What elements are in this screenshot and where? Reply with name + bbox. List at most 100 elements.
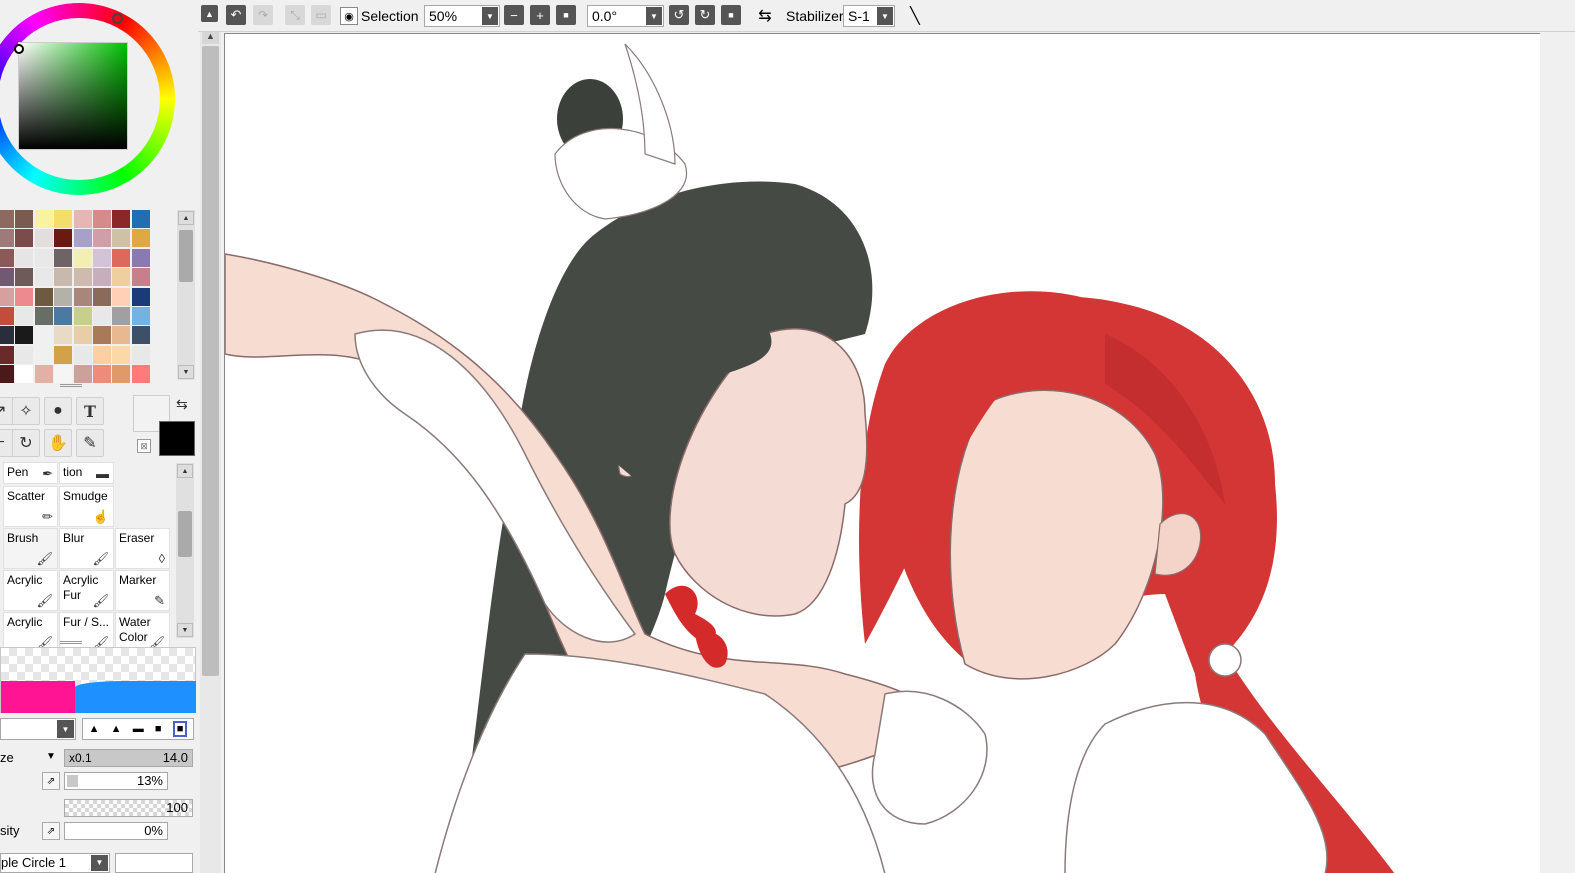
palette-swatch[interactable] [112,326,131,345]
palette-swatch[interactable] [73,210,92,228]
palette-swatch[interactable] [93,345,111,364]
palette-swatch[interactable] [112,268,131,287]
brush-item[interactable]: Acrylic Fur 🖌 [59,570,114,611]
sv-cursor[interactable] [14,44,24,54]
palette-swatch[interactable] [93,365,111,384]
palette-swatch[interactable] [54,307,73,325]
zoom-reset-icon[interactable]: ■ [556,5,576,25]
palette-swatch[interactable] [34,345,53,364]
deselect-icon[interactable]: ⤡ [285,5,305,25]
palette-swatch[interactable] [15,268,34,287]
palette-swatch[interactable] [73,326,92,345]
palette-swatch[interactable] [34,365,53,384]
magic-wand-icon[interactable]: ✧ [12,397,40,425]
transparent-color-icon[interactable]: ⊠ [137,439,151,453]
brush-item[interactable]: Blur 🖌 [59,528,114,569]
tip-shape-5-icon[interactable]: ■ [172,721,188,737]
shape-tool-icon[interactable]: ● [44,397,72,425]
palette-swatch[interactable] [73,248,92,267]
brush-scroll-thumb[interactable] [178,511,192,557]
hue-cursor[interactable] [112,13,123,24]
palette-swatch[interactable] [0,345,14,364]
palette-scroll-thumb[interactable] [179,230,193,282]
invert-selection-icon[interactable]: ▭ [311,5,331,25]
flip-horizontal-icon[interactable]: ⇆ [754,5,776,27]
primary-color-swatch[interactable] [159,421,195,456]
tip-shape-2-icon[interactable]: ▲ [111,723,122,735]
brush-shape-dropdown[interactable]: ple Circle 1 ▼ [0,853,110,873]
palette-swatch[interactable] [131,307,150,325]
min-size-field[interactable]: 13% [64,772,168,790]
pressure-toggle-icon[interactable]: ⇗ [42,772,60,790]
brush-item[interactable]: Pen ✒ [3,462,58,484]
scroll-up-icon[interactable]: ▲ [177,464,193,478]
palette-swatch[interactable] [54,229,73,248]
palette-swatch[interactable] [15,326,34,345]
scroll-down-icon[interactable]: ▼ [177,623,193,637]
palette-swatch[interactable] [93,268,111,287]
density-field[interactable]: 100 [64,799,193,817]
pressure-toggle-icon[interactable]: ⇗ [42,822,60,840]
swap-colors-icon[interactable]: ⇆ [176,396,188,413]
palette-swatch[interactable] [93,307,111,325]
rotate-reset-icon[interactable]: ■ [721,5,741,25]
palette-swatch[interactable] [34,229,53,248]
palette-swatch[interactable] [34,248,53,267]
palette-swatch[interactable] [54,210,73,228]
palette-swatch[interactable] [54,268,73,287]
drawing-canvas[interactable] [224,33,1540,873]
palette-swatch[interactable] [112,365,131,384]
brush-mode-dropdown[interactable]: ▼ [0,718,76,740]
palette-scrollbar[interactable]: ▲ ▼ [177,210,195,380]
palette-swatch[interactable] [131,345,150,364]
hand-tool-icon[interactable]: ✋ [44,429,72,457]
palette-swatch[interactable] [131,210,150,228]
saturation-value-square[interactable] [18,42,128,150]
chevron-down-icon[interactable]: ▼ [646,7,662,25]
palette-swatch[interactable] [0,229,14,248]
zoom-dropdown[interactable]: 50% ▼ [424,5,500,27]
eyedropper-icon[interactable]: ✎ [76,429,104,457]
brush-item[interactable]: tion ▬ [59,462,114,484]
brush-texture-field[interactable] [115,853,193,873]
brush-item[interactable]: Scatter ✏ [3,486,58,527]
brush-item[interactable]: Marker ✎ [115,570,170,611]
palette-swatch[interactable] [15,248,34,267]
palette-swatch[interactable] [112,307,131,325]
rotate-right-icon[interactable]: ↻ [695,5,715,25]
brush-item[interactable]: Smudge ☝ [59,486,114,527]
min-density-field[interactable]: 0% [64,822,168,840]
rotate-left-icon[interactable]: ↺ [669,5,689,25]
palette-swatch[interactable] [34,307,53,325]
palette-swatch[interactable] [54,287,73,306]
panel-splitter[interactable] [60,384,82,387]
chevron-down-icon[interactable]: ▼ [91,855,108,871]
zoom-out-icon[interactable]: − [504,5,524,25]
scroll-up-icon[interactable]: ▲ [178,211,194,225]
palette-swatch[interactable] [0,210,14,228]
line-tool-icon[interactable]: ╲ [904,5,926,27]
palette-swatch[interactable] [73,345,92,364]
text-tool-icon[interactable]: T [76,397,104,425]
palette-swatch[interactable] [112,287,131,306]
palette-swatch[interactable] [131,365,150,384]
palette-swatch[interactable] [73,287,92,306]
palette-swatch[interactable] [131,229,150,248]
eye-icon[interactable]: ◉ [340,7,358,25]
stabilizer-dropdown[interactable]: S-1 ▼ [843,5,895,27]
redo-icon[interactable]: ↷ [253,5,273,25]
palette-swatch[interactable] [54,326,73,345]
brush-item[interactable]: Eraser ◊ [115,528,170,569]
palette-swatch[interactable] [131,287,150,306]
palette-swatch[interactable] [15,365,34,384]
palette-swatch[interactable] [34,287,53,306]
collapse-panel-icon[interactable]: ▲ [201,5,218,22]
palette-swatch[interactable] [73,229,92,248]
panel-scroll-thumb[interactable] [202,46,219,676]
palette-swatch[interactable] [93,210,111,228]
chevron-down-icon[interactable]: ▼ [482,7,498,25]
palette-swatch[interactable] [15,307,34,325]
rotation-dropdown[interactable]: 0.0° ▼ [587,5,664,27]
brush-scrollbar[interactable]: ▲ ▼ [176,463,194,638]
zoom-in-icon[interactable]: + [530,5,550,25]
